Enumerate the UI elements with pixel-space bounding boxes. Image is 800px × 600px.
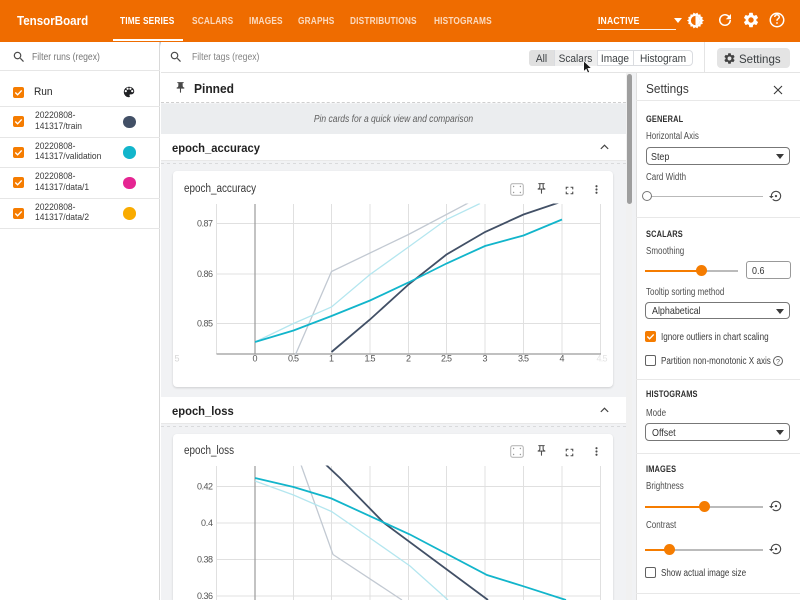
svg-text:2.5: 2.5	[441, 354, 452, 364]
svg-text:1.5: 1.5	[365, 354, 376, 364]
svg-text:0.38: 0.38	[197, 555, 213, 565]
svg-text:0.87: 0.87	[197, 219, 213, 229]
svg-text:0: 0	[252, 354, 257, 364]
svg-text:3: 3	[482, 354, 487, 364]
svg-text:0.4: 0.4	[201, 518, 213, 528]
svg-text:0.36: 0.36	[197, 591, 213, 600]
svg-text:5: 5	[174, 354, 179, 364]
svg-text:1: 1	[329, 354, 334, 364]
svg-text:0.85: 0.85	[197, 319, 213, 329]
svg-text:0.5: 0.5	[288, 354, 299, 364]
svg-text:4: 4	[559, 354, 564, 364]
svg-text:0.86: 0.86	[197, 269, 213, 279]
svg-text:0.42: 0.42	[197, 482, 213, 492]
svg-text:4.5: 4.5	[597, 354, 608, 364]
svg-text:3.5: 3.5	[518, 354, 529, 364]
svg-text:2: 2	[406, 354, 411, 364]
